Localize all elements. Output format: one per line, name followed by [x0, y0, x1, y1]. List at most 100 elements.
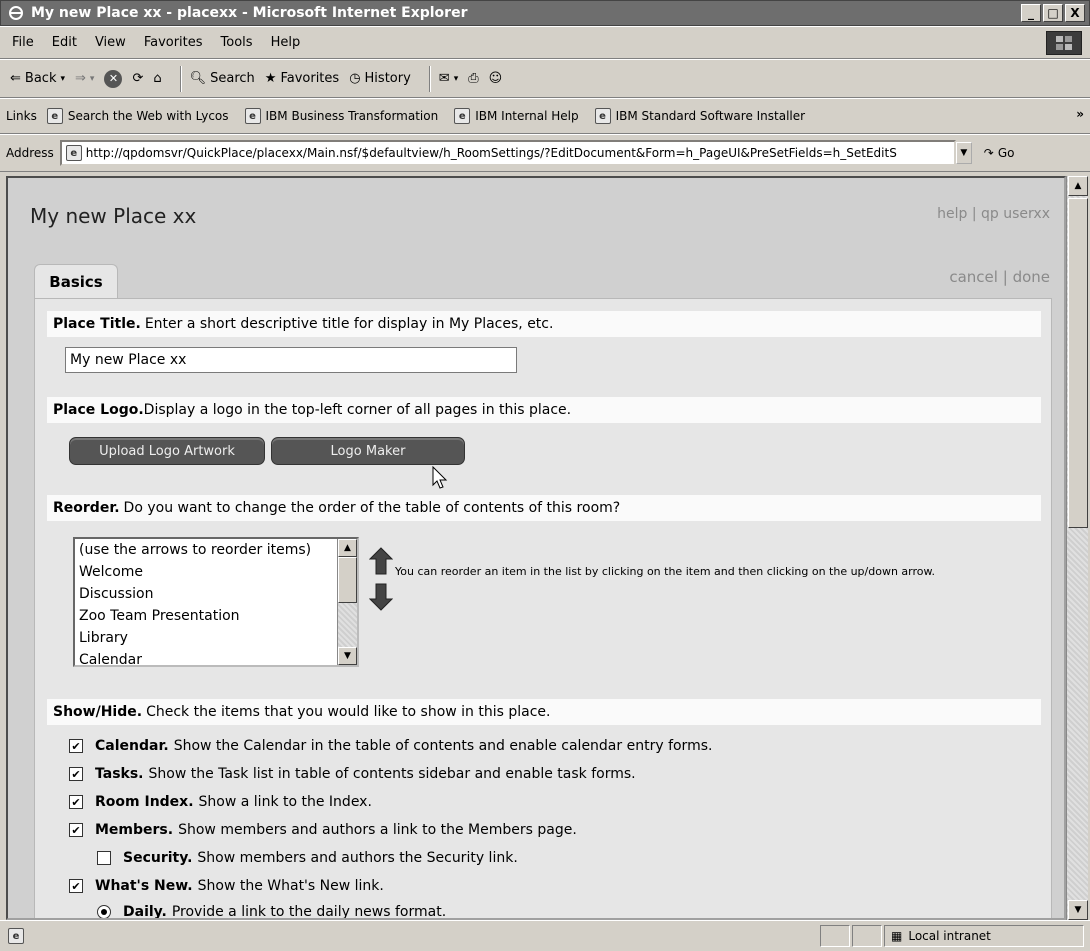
section-heading: Place Title.: [53, 316, 141, 332]
go-button[interactable]: ↷ Go: [984, 146, 1015, 160]
menu-file[interactable]: File: [12, 35, 34, 50]
home-icon: ⌂: [153, 71, 162, 86]
list-item[interactable]: Welcome: [75, 561, 357, 583]
section-description: Do you want to change the order of the t…: [123, 500, 621, 516]
reorder-listbox[interactable]: (use the arrows to reorder items) Welcom…: [73, 537, 359, 667]
minimize-button[interactable]: _: [1021, 4, 1041, 22]
daily-option: Daily. Provide a link to the daily news f…: [97, 901, 446, 918]
refresh-icon: ⟳: [132, 71, 144, 86]
calendar-option: ✔ Calendar. Show the Calendar in the tabl…: [69, 735, 712, 757]
daily-radio[interactable]: [97, 905, 111, 918]
place-title-input[interactable]: My new Place xx: [65, 347, 517, 373]
reorder-section-header: Reorder. Do you want to change the order…: [47, 495, 1041, 521]
mail-icon: ✉: [438, 71, 450, 86]
upload-logo-button[interactable]: Upload Logo Artwork: [69, 437, 265, 465]
section-description: Display a logo in the top-left corner of…: [143, 402, 572, 418]
link-lycos[interactable]: e Search the Web with Lycos: [46, 108, 229, 124]
status-cell: [852, 925, 882, 947]
link-ibm-business-transformation[interactable]: e IBM Business Transformation: [244, 108, 438, 124]
security-checkbox[interactable]: [97, 851, 111, 865]
close-button[interactable]: X: [1065, 4, 1085, 22]
whats-new-checkbox[interactable]: ✔: [69, 879, 83, 893]
menu-help[interactable]: Help: [271, 35, 301, 50]
menu-favorites[interactable]: Favorites: [144, 35, 203, 50]
ie-page-icon: e: [454, 108, 471, 124]
ie-page-icon: e: [46, 108, 63, 124]
maximize-button[interactable]: □: [1043, 4, 1063, 22]
print-button[interactable]: ⎙: [468, 71, 478, 86]
status-cell: [820, 925, 850, 947]
list-item[interactable]: Calendar: [75, 649, 357, 665]
list-item[interactable]: Discussion: [75, 583, 357, 605]
favorites-button[interactable]: ★ Favorites: [265, 71, 339, 86]
address-url: http://qpdomsvr/QuickPlace/placexx/Main.…: [85, 146, 897, 160]
stop-icon: ✕: [104, 69, 123, 88]
forward-button[interactable]: ⇒ ▾: [75, 71, 94, 86]
links-more-chevron-icon[interactable]: »: [1076, 107, 1084, 121]
move-up-icon[interactable]: [369, 547, 393, 575]
tab-basics[interactable]: Basics: [34, 264, 118, 298]
refresh-button[interactable]: ⟳: [132, 71, 143, 86]
scroll-down-icon[interactable]: ▼: [338, 647, 357, 665]
list-item[interactable]: Library: [75, 627, 357, 649]
cancel-link[interactable]: cancel: [949, 268, 998, 286]
list-item[interactable]: Zoo Team Presentation: [75, 605, 357, 627]
mouse-pointer-icon: [432, 465, 448, 494]
user-link[interactable]: qp userxx: [981, 206, 1050, 222]
done-link[interactable]: done: [1013, 268, 1050, 286]
scroll-up-icon[interactable]: ▲: [1068, 176, 1088, 196]
calendar-checkbox[interactable]: ✔: [69, 739, 83, 753]
toolbar-separator: [428, 65, 431, 92]
scroll-down-icon[interactable]: ▼: [1068, 900, 1088, 920]
link-separator: |: [971, 206, 977, 222]
history-button[interactable]: ◷ History: [349, 71, 411, 86]
search-button[interactable]: 🔍︎ Search: [190, 71, 255, 86]
messenger-button[interactable]: ☺: [489, 71, 503, 86]
section-heading: Show/Hide.: [53, 704, 143, 720]
mail-button[interactable]: ✉ ▾: [439, 71, 458, 86]
windows-logo-icon: [1046, 31, 1082, 55]
window-title: My new Place xx - placexx - Microsoft In…: [31, 5, 468, 21]
menu-edit[interactable]: Edit: [52, 35, 77, 50]
chevron-down-icon: ▾: [453, 73, 459, 84]
place-title-value: My new Place xx: [70, 352, 187, 368]
help-link[interactable]: help: [937, 206, 967, 222]
link-ibm-software-installer[interactable]: e IBM Standard Software Installer: [594, 108, 805, 124]
address-dropdown-icon[interactable]: ▼: [955, 142, 972, 164]
section-description: Enter a short descriptive title for disp…: [144, 316, 554, 332]
back-button[interactable]: ⇐ Back ▾: [10, 71, 65, 86]
address-input[interactable]: e http://qpdomsvr/QuickPlace/placexx/Mai…: [59, 140, 956, 166]
stop-button[interactable]: ✕: [104, 69, 123, 88]
tasks-option: ✔ Tasks. Show the Task list in table of c…: [69, 763, 636, 785]
standard-toolbar: ⇐ Back ▾ ⇒ ▾ ✕ ⟳ ⌂ 🔍︎ Search ★ Favorites ◷ His…: [0, 59, 1090, 98]
security-zone: ▦ Local intranet: [884, 925, 1084, 947]
section-heading: Place Logo.: [53, 402, 144, 418]
room-index-checkbox[interactable]: ✔: [69, 795, 83, 809]
menu-tools[interactable]: Tools: [221, 35, 253, 50]
page-scroll-thumb[interactable]: [1068, 198, 1088, 528]
logo-maker-button[interactable]: Logo Maker: [271, 437, 465, 465]
top-links: help | qp userxx: [937, 206, 1050, 222]
tasks-checkbox[interactable]: ✔: [69, 767, 83, 781]
place-title: My new Place xx: [30, 204, 197, 228]
menu-view[interactable]: View: [95, 35, 126, 50]
members-checkbox[interactable]: ✔: [69, 823, 83, 837]
toolbar-separator: [179, 65, 182, 92]
favorites-icon: ★: [264, 71, 277, 86]
menu-bar: File Edit View Favorites Tools Help: [0, 26, 1090, 59]
search-icon: 🔍︎: [189, 71, 207, 86]
forward-arrow-icon: ⇒: [75, 71, 86, 86]
home-button[interactable]: ⌂: [153, 71, 161, 86]
list-item[interactable]: (use the arrows to reorder items): [75, 539, 357, 561]
page-scrollbar[interactable]: ▲ ▼: [1066, 176, 1088, 920]
chevron-down-icon: ▾: [60, 73, 65, 84]
listbox-scrollbar[interactable]: ▲ ▼: [337, 539, 357, 665]
page-viewport: My new Place xx help | qp userxx Basics …: [6, 176, 1066, 920]
link-ibm-internal-help[interactable]: e IBM Internal Help: [454, 108, 579, 124]
move-down-icon[interactable]: [369, 583, 393, 611]
address-label: Address: [6, 146, 54, 160]
links-label: Links: [6, 109, 37, 123]
address-bar: Address e http://qpdomsvr/QuickPlace/pla…: [0, 134, 1090, 172]
scroll-up-icon[interactable]: ▲: [338, 539, 357, 557]
listbox-scroll-thumb[interactable]: [338, 557, 357, 603]
